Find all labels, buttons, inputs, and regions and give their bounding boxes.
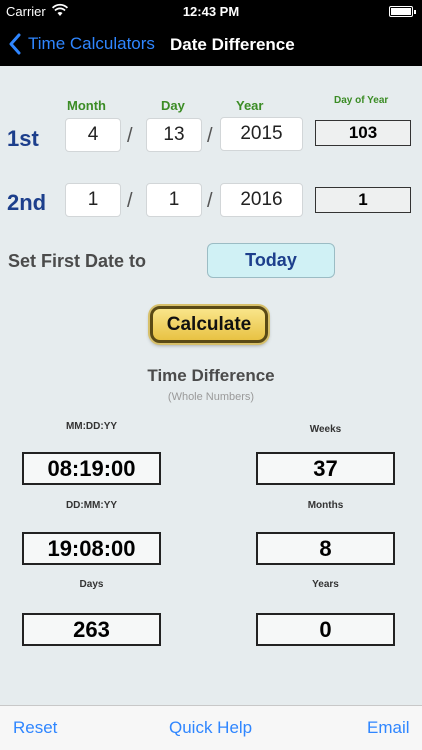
second-month-field[interactable]: 1 [65,183,121,217]
reset-button[interactable]: Reset [13,718,57,738]
day-of-year-header: Day of Year [334,95,389,106]
back-button-label: Time Calculators [28,34,155,53]
status-bar: Carrier 12:43 PM [0,0,422,22]
time-difference-subtitle: (Whole Numbers) [167,391,255,403]
navigation-bar: Time Calculators Date Difference [0,22,422,66]
day-header: Day [161,98,185,113]
back-button[interactable]: Time Calculators [8,31,155,57]
date-separator: / [127,125,133,147]
second-date-label: 2nd [7,190,47,215]
second-day-of-year-value: 1 [315,187,411,213]
year-header: Year [236,98,264,113]
chevron-left-icon [9,33,21,55]
ddmmyy-result: 19:08:00 [22,532,161,565]
email-button[interactable]: Email [367,718,410,738]
time-difference-title: Time Difference [147,366,275,385]
ddmmyy-label: DD:MM:YY [65,500,118,511]
days-result: 263 [22,613,161,646]
weeks-label: Weeks [309,424,342,435]
battery-icon [389,6,416,17]
first-year-field[interactable]: 2015 [220,117,303,151]
calculate-button[interactable]: Calculate [150,306,268,343]
date-separator: / [207,190,213,212]
month-header: Month [67,98,106,113]
weeks-result: 37 [256,452,395,485]
first-month-field[interactable]: 4 [65,118,121,152]
second-year-field[interactable]: 2016 [220,183,303,217]
today-button[interactable]: Today [207,243,335,278]
months-result: 8 [256,532,395,565]
mmddyy-result: 08:19:00 [22,452,161,485]
quick-help-button[interactable]: Quick Help [169,718,252,738]
first-day-of-year-value: 103 [315,120,411,146]
years-result: 0 [256,613,395,646]
mmddyy-label: MM:DD:YY [65,421,118,432]
months-label: Months [307,500,344,511]
date-separator: / [127,190,133,212]
first-day-field[interactable]: 13 [146,118,202,152]
status-time: 12:43 PM [182,4,240,19]
years-label: Years [312,579,339,590]
first-date-label: 1st [7,126,39,151]
set-first-date-label: Set First Date to [8,251,147,271]
second-day-field[interactable]: 1 [146,183,202,217]
bottom-toolbar: Reset Quick Help Email [0,705,422,750]
days-label: Days [79,579,104,590]
page-title: Date Difference [170,35,295,54]
date-separator: / [207,125,213,147]
